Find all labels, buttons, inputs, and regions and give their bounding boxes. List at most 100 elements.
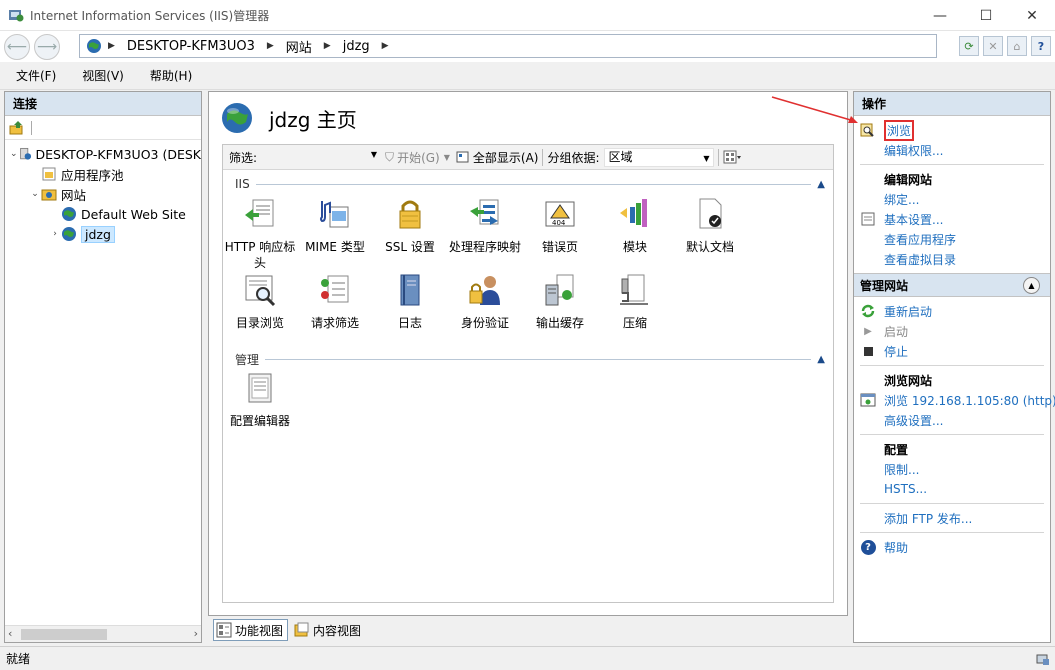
- basic-settings-link[interactable]: 基本设置...: [884, 211, 943, 228]
- tree-item-sites[interactable]: ⌄ 网站: [5, 184, 201, 204]
- group-by-select[interactable]: 区域 ▼: [603, 147, 714, 167]
- feature-label: 处理程序映射: [448, 240, 521, 254]
- show-all-icon: [456, 151, 469, 163]
- action-hsts[interactable]: HSTS...: [854, 479, 1050, 499]
- actions-header: 操作: [854, 92, 1050, 116]
- horizontal-scrollbar[interactable]: ‹ ›: [5, 625, 201, 642]
- stop-button[interactable]: ✕: [983, 36, 1003, 56]
- browse-url-link[interactable]: 浏览 192.168.1.105:80 (http): [884, 392, 1055, 409]
- dropdown-arrow-icon[interactable]: ▼: [703, 150, 709, 167]
- expand-chevron-icon[interactable]: ›: [49, 229, 61, 239]
- action-help[interactable]: ? 帮助: [854, 537, 1050, 557]
- breadcrumb-sites[interactable]: 网站: [286, 37, 312, 56]
- feature-configuration-editor[interactable]: 配置编辑器: [223, 371, 297, 429]
- tree-item-jdzg[interactable]: › jdzg: [5, 224, 201, 244]
- directory-browsing-icon: [245, 275, 276, 307]
- action-advanced-settings[interactable]: 高级设置...: [854, 410, 1050, 430]
- minimize-button[interactable]: —: [917, 0, 963, 31]
- menu-help[interactable]: 帮助(H): [134, 67, 202, 84]
- collapse-caret-icon[interactable]: ▲: [817, 354, 825, 365]
- action-bindings[interactable]: 绑定...: [854, 189, 1050, 209]
- bindings-link[interactable]: 绑定...: [884, 191, 919, 208]
- view-mode-icon[interactable]: [723, 150, 741, 164]
- help-link[interactable]: 帮助: [884, 539, 908, 556]
- back-button[interactable]: ⟵: [4, 33, 30, 60]
- action-add-ftp[interactable]: 添加 FTP 发布...: [854, 508, 1050, 528]
- action-stop[interactable]: 停止: [854, 341, 1050, 361]
- stop-link[interactable]: 停止: [884, 343, 908, 360]
- action-browse[interactable]: 浏览: [854, 119, 1050, 141]
- action-start[interactable]: ▶ 启动: [854, 321, 1050, 341]
- collapse-section-button[interactable]: ▲: [1023, 277, 1040, 294]
- refresh-button[interactable]: ⟳: [959, 36, 979, 56]
- menu-view[interactable]: 视图(V): [66, 67, 134, 84]
- tree-item-default-web-site[interactable]: Default Web Site: [5, 204, 201, 224]
- action-view-applications[interactable]: 查看应用程序: [854, 229, 1050, 249]
- home-button[interactable]: ⌂: [1007, 36, 1027, 56]
- forward-button[interactable]: ⟶: [34, 33, 60, 60]
- scroll-right-icon[interactable]: ›: [194, 627, 198, 640]
- feature-logging[interactable]: 日志: [373, 273, 447, 331]
- view-applications-link[interactable]: 查看应用程序: [884, 231, 956, 248]
- action-limits[interactable]: 限制...: [854, 459, 1050, 479]
- tab-features-view[interactable]: 功能视图: [213, 619, 289, 641]
- collapse-chevron-icon[interactable]: ⌄: [29, 189, 41, 199]
- action-restart[interactable]: 重新启动: [854, 301, 1050, 321]
- feature-default-document[interactable]: 默认文档: [673, 197, 747, 255]
- action-basic-settings[interactable]: 基本设置...: [854, 209, 1050, 229]
- start-link[interactable]: 启动: [884, 323, 908, 340]
- breadcrumb-separator[interactable]: ▶: [382, 41, 389, 51]
- feature-error-pages[interactable]: 404 错误页: [523, 197, 597, 255]
- breadcrumb-server[interactable]: DESKTOP-KFM3UO3: [127, 39, 255, 54]
- tab-content-view[interactable]: 内容视图: [292, 619, 365, 641]
- add-ftp-link[interactable]: 添加 FTP 发布...: [884, 510, 972, 527]
- server-icon: [19, 147, 31, 160]
- http-response-headers-icon: [245, 199, 274, 227]
- tree-item-app-pools[interactable]: 应用程序池: [5, 164, 201, 184]
- feature-authentication[interactable]: 身份验证: [448, 273, 522, 331]
- scroll-thumb[interactable]: [21, 629, 107, 640]
- configuration-editor-icon: [248, 373, 272, 403]
- tree-item-server[interactable]: ⌄ DESKTOP-KFM3UO3 (DESK: [5, 144, 201, 164]
- feature-ssl-settings[interactable]: SSL 设置: [373, 197, 447, 255]
- collapse-caret-icon[interactable]: ▲: [817, 179, 825, 190]
- go-button[interactable]: 开始(G): [397, 149, 440, 166]
- feature-http-response-headers[interactable]: HTTP 响应标头: [223, 197, 297, 271]
- browse-site-heading: 浏览网站: [884, 373, 933, 388]
- filter-bar: 筛选: ▼ ⛉ 开始(G) ▼ 全部显示(A) 分组依据: 区域 ▼: [223, 145, 833, 170]
- scroll-left-icon[interactable]: ‹: [8, 627, 12, 640]
- feature-directory-browsing[interactable]: 目录浏览: [223, 273, 297, 331]
- go-dropdown-icon[interactable]: ▼: [444, 153, 450, 162]
- feature-modules[interactable]: 模块: [598, 197, 672, 255]
- show-all-button[interactable]: 全部显示(A): [473, 149, 539, 166]
- filter-input[interactable]: ▼: [261, 148, 379, 167]
- restart-link[interactable]: 重新启动: [884, 303, 932, 320]
- new-connection-icon[interactable]: [9, 120, 25, 136]
- breadcrumb-separator: ▶: [323, 41, 331, 51]
- feature-handler-mappings[interactable]: 处理程序映射: [448, 197, 522, 255]
- edit-permissions-link[interactable]: 编辑权限...: [884, 142, 943, 159]
- tab-label: 功能视图: [235, 623, 284, 638]
- close-button[interactable]: ✕: [1009, 0, 1055, 31]
- breadcrumb-site[interactable]: jdzg: [343, 39, 370, 54]
- action-browse-url[interactable]: 浏览 192.168.1.105:80 (http): [854, 390, 1055, 410]
- maximize-button[interactable]: ☐: [963, 0, 1009, 31]
- feature-mime-types[interactable]: MIME 类型: [298, 197, 372, 255]
- browse-link[interactable]: 浏览: [884, 119, 915, 141]
- limits-link[interactable]: 限制...: [884, 461, 919, 478]
- hsts-link[interactable]: HSTS...: [884, 482, 927, 496]
- action-view-virtual-directories[interactable]: 查看虚拟目录: [854, 249, 1050, 269]
- advanced-settings-link[interactable]: 高级设置...: [884, 412, 943, 429]
- help-button[interactable]: ?: [1031, 36, 1051, 56]
- feature-compression[interactable]: 压缩: [598, 273, 672, 331]
- dropdown-arrow-icon[interactable]: ▼: [371, 150, 377, 159]
- view-virtual-directories-link[interactable]: 查看虚拟目录: [884, 251, 956, 268]
- action-edit-permissions[interactable]: 编辑权限...: [854, 140, 1050, 160]
- address-bar[interactable]: ▶ DESKTOP-KFM3UO3 ▶ 网站 ▶ jdzg ▶: [79, 34, 937, 58]
- menu-file[interactable]: 文件(F): [0, 67, 66, 84]
- collapse-chevron-icon[interactable]: ⌄: [9, 149, 19, 159]
- features-panel: jdzg 主页 筛选: ▼ ⛉ 开始(G) ▼ 全部显示(A) 分组依据: 区域…: [208, 91, 848, 616]
- handler-mappings-icon: [470, 199, 499, 225]
- feature-output-caching[interactable]: 输出缓存: [523, 273, 597, 331]
- feature-request-filtering[interactable]: 请求筛选: [298, 273, 372, 331]
